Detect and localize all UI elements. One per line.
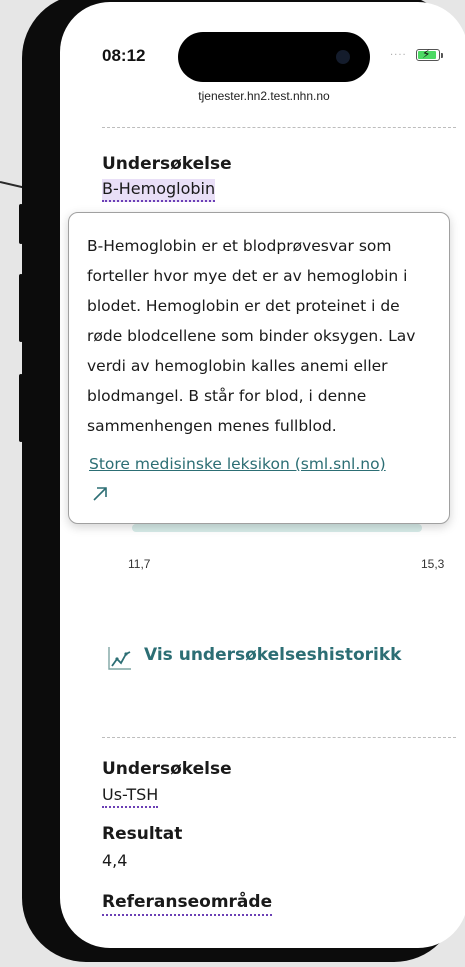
reference-range-label[interactable]: Referanseområde [102, 892, 273, 916]
range-low: 11,7 [128, 557, 151, 571]
exam-value-2[interactable]: Us-TSH [102, 785, 159, 808]
divider-middle [102, 737, 456, 738]
exam-label-2: Undersøkelse [102, 759, 232, 779]
charging-bolt-icon: ⚡ [422, 47, 431, 61]
exam-value[interactable]: B-Hemoglobin [102, 179, 216, 202]
divider-top [102, 127, 456, 128]
phone-frame: 08:12 ···· ⚡ tjenester.hn2.test.nhn.no U… [19, 0, 465, 962]
volume-up-button [19, 204, 23, 244]
term-b-hemoglobin[interactable]: B-Hemoglobin [102, 179, 216, 202]
signal-icon: ···· [390, 50, 407, 61]
status-time: 08:12 [102, 46, 146, 65]
range-high: 15,3 [421, 557, 445, 571]
term-referanseomrade[interactable]: Referanseområde [102, 892, 273, 916]
battery-cap [441, 53, 443, 58]
reference-range-bar [132, 524, 422, 532]
silent-switch [19, 374, 23, 442]
volume-down-button [19, 274, 23, 342]
history-button-label: Vis undersøkelseshistorikk [144, 645, 402, 665]
browser-url[interactable]: tjenester.hn2.test.nhn.no [60, 89, 465, 103]
tooltip-text: B-Hemoglobin er et blodprøvesvar som for… [87, 237, 416, 435]
exam-label: Undersøkelse [102, 154, 232, 174]
term-tooltip: B-Hemoglobin er et blodprøvesvar som for… [68, 212, 450, 524]
phone-screen: 08:12 ···· ⚡ tjenester.hn2.test.nhn.no U… [60, 2, 465, 948]
line-chart-icon [108, 647, 131, 670]
result-value: 4,4 [102, 851, 128, 870]
battery-icon: ⚡ [416, 47, 440, 61]
result-label: Resultat [102, 824, 183, 844]
dynamic-island [178, 32, 370, 82]
term-us-tsh[interactable]: Us-TSH [102, 785, 159, 808]
tooltip-link[interactable]: Store medisinske leksikon (sml.snl.no) [89, 455, 386, 473]
camera-icon [336, 50, 350, 64]
external-link-arrow-icon[interactable] [91, 485, 109, 503]
